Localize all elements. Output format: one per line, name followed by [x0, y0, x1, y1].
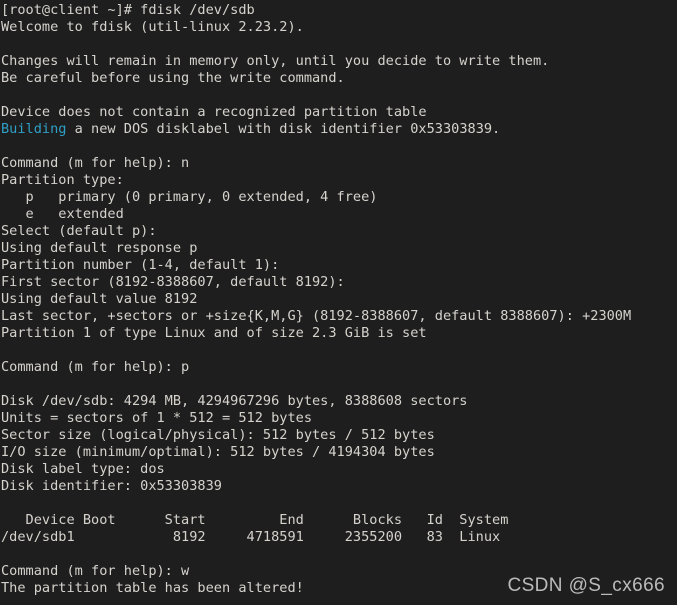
terminal-line-disk-label-type: Disk label type: dos — [1, 461, 677, 478]
terminal-line-changes-notice: Changes will remain in memory only, unti… — [1, 53, 677, 70]
terminal-line-building-disklabel-segment-1: a new DOS disklabel with disk identifier… — [66, 121, 501, 137]
terminal-line-table-altered-text: The partition table has been altered! — [1, 580, 304, 596]
terminal-line-disk-identifier-text: Disk identifier: 0x53303839 — [1, 478, 222, 494]
terminal-line-disk-summary: Disk /dev/sdb: 4294 MB, 4294967296 bytes… — [1, 393, 677, 410]
terminal-line-partition-table-row-1: /dev/sdb1 8192 4718591 2355200 83 Linux — [1, 529, 677, 546]
terminal-line-command-n: Command (m for help): n — [1, 155, 677, 172]
terminal-line-blank-7-text — [1, 546, 9, 562]
terminal-line-building-disklabel: Building a new DOS disklabel with disk i… — [1, 121, 677, 138]
terminal-line-partition-created: Partition 1 of type Linux and of size 2.… — [1, 325, 677, 342]
csdn-watermark: CSDN @S_cx666 — [507, 575, 665, 596]
terminal-line-partition-type-header: Partition type: — [1, 172, 677, 189]
terminal-line-blank-5-text — [1, 376, 9, 392]
terminal-line-partition-number-text: Partition number (1-4, default 1): — [1, 257, 280, 273]
terminal-line-sector-size: Sector size (logical/physical): 512 byte… — [1, 427, 677, 444]
terminal-line-no-partition-table-text: Device does not contain a recognized par… — [1, 104, 427, 120]
terminal-line-partition-type-extended: e extended — [1, 206, 677, 223]
terminal-line-blank-1 — [1, 36, 677, 53]
terminal-line-units: Units = sectors of 1 * 512 = 512 bytes — [1, 410, 677, 427]
terminal-line-partition-created-text: Partition 1 of type Linux and of size 2.… — [1, 325, 427, 341]
terminal-line-command-p-text: Command (m for help): p — [1, 359, 190, 375]
terminal-line-partition-table-row-1-text: /dev/sdb1 8192 4718591 2355200 83 Linux — [1, 529, 501, 545]
terminal-line-first-sector: First sector (8192-8388607, default 8192… — [1, 274, 677, 291]
terminal-line-sector-size-text: Sector size (logical/physical): 512 byte… — [1, 427, 435, 443]
terminal-line-command-p: Command (m for help): p — [1, 359, 677, 376]
terminal-line-prompt-fdisk-text: [root@client ~]# fdisk /dev/sdb — [1, 2, 255, 18]
terminal-line-partition-type-header-text: Partition type: — [1, 172, 124, 188]
terminal-line-no-partition-table: Device does not contain a recognized par… — [1, 104, 677, 121]
terminal-line-command-n-text: Command (m for help): n — [1, 155, 190, 171]
terminal-line-using-default-value-text: Using default value 8192 — [1, 291, 198, 307]
terminal-line-io-size: I/O size (minimum/optimal): 512 bytes / … — [1, 444, 677, 461]
terminal-line-prompt-fdisk: [root@client ~]# fdisk /dev/sdb — [1, 2, 677, 19]
terminal-line-last-sector-text: Last sector, +sectors or +size{K,M,G} (8… — [1, 308, 632, 324]
terminal-line-blank-2-text — [1, 87, 9, 103]
terminal-line-partition-table-header-text: Device Boot Start End Blocks Id System — [1, 512, 509, 528]
terminal-line-select-default: Select (default p): — [1, 223, 677, 240]
terminal-line-blank-3-text — [1, 138, 9, 154]
terminal-line-blank-6-text — [1, 495, 9, 511]
terminal-line-using-default-value: Using default value 8192 — [1, 291, 677, 308]
terminal-line-disk-label-type-text: Disk label type: dos — [1, 461, 165, 477]
terminal-line-careful-notice-text: Be careful before using the write comman… — [1, 70, 345, 86]
terminal-line-blank-6 — [1, 495, 677, 512]
terminal-line-partition-type-primary-text: p primary (0 primary, 0 extended, 4 free… — [1, 189, 378, 205]
terminal-line-partition-type-extended-text: e extended — [1, 206, 124, 222]
terminal-line-select-default-text: Select (default p): — [1, 223, 157, 239]
terminal-line-partition-number: Partition number (1-4, default 1): — [1, 257, 677, 274]
terminal-window[interactable]: [root@client ~]# fdisk /dev/sdb Welcome t… — [0, 0, 677, 605]
terminal-line-command-w-text: Command (m for help): w — [1, 563, 190, 579]
terminal-line-disk-summary-text: Disk /dev/sdb: 4294 MB, 4294967296 bytes… — [1, 393, 468, 409]
terminal-line-blank-3 — [1, 138, 677, 155]
terminal-line-blank-1-text — [1, 36, 9, 52]
terminal-line-blank-4-text — [1, 342, 9, 358]
terminal-line-welcome: Welcome to fdisk (util-linux 2.23.2). — [1, 19, 677, 36]
terminal-line-blank-7 — [1, 546, 677, 563]
terminal-line-using-default-response: Using default response p — [1, 240, 677, 257]
terminal-line-building-disklabel-segment-0: Building — [1, 121, 67, 137]
terminal-line-units-text: Units = sectors of 1 * 512 = 512 bytes — [1, 410, 312, 426]
terminal-line-partition-table-header: Device Boot Start End Blocks Id System — [1, 512, 677, 529]
terminal-line-changes-notice-text: Changes will remain in memory only, unti… — [1, 53, 550, 69]
terminal-output: [root@client ~]# fdisk /dev/sdb Welcome t… — [0, 0, 677, 597]
terminal-line-last-sector: Last sector, +sectors or +size{K,M,G} (8… — [1, 308, 677, 325]
terminal-line-using-default-response-text: Using default response p — [1, 240, 198, 256]
terminal-line-blank-5 — [1, 376, 677, 393]
terminal-line-welcome-text: Welcome to fdisk (util-linux 2.23.2). — [1, 19, 304, 35]
terminal-line-blank-2 — [1, 87, 677, 104]
terminal-line-partition-type-primary: p primary (0 primary, 0 extended, 4 free… — [1, 189, 677, 206]
terminal-line-careful-notice: Be careful before using the write comman… — [1, 70, 677, 87]
terminal-line-first-sector-text: First sector (8192-8388607, default 8192… — [1, 274, 345, 290]
terminal-line-disk-identifier: Disk identifier: 0x53303839 — [1, 478, 677, 495]
terminal-line-blank-4 — [1, 342, 677, 359]
terminal-line-io-size-text: I/O size (minimum/optimal): 512 bytes / … — [1, 444, 435, 460]
